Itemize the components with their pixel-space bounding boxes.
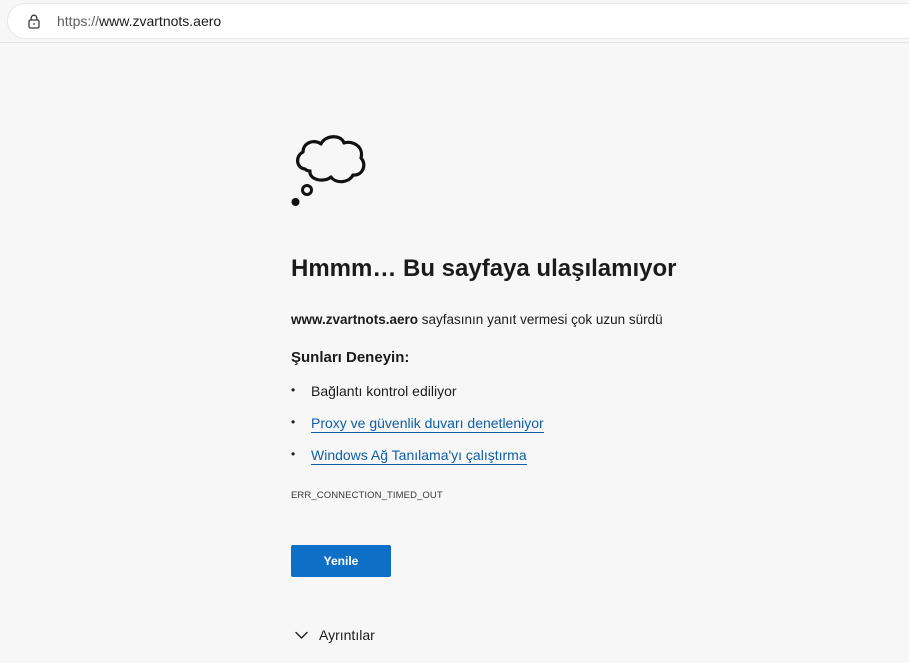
bullet: • xyxy=(291,415,296,429)
details-label: Ayrıntılar xyxy=(319,627,375,643)
url-host: www.zvartnots.aero xyxy=(99,13,222,29)
thought-cloud-icon xyxy=(291,135,366,206)
url-scheme: https:// xyxy=(57,13,100,29)
suggestion-label: Bağlantı kontrol ediliyor xyxy=(311,383,457,399)
bullet: • xyxy=(291,447,296,461)
page-title: Hmmm… Bu sayfaya ulaşılamıyor xyxy=(291,255,677,282)
refresh-button[interactable]: Yenile xyxy=(291,545,391,577)
url-text[interactable]: https://www.zvartnots.aero xyxy=(57,13,221,29)
address-bar[interactable]: https://www.zvartnots.aero xyxy=(8,4,909,38)
error-code: ERR_CONNECTION_TIMED_OUT xyxy=(291,490,443,501)
error-description-text: sayfasının yanıt vermesi çok uzun sürdü xyxy=(418,312,663,327)
chevron-down-icon xyxy=(295,631,308,639)
error-description: www.zvartnots.aero sayfasının yanıt verm… xyxy=(291,312,663,327)
lock-icon[interactable] xyxy=(26,13,42,29)
browser-toolbar: https://www.zvartnots.aero xyxy=(0,0,909,43)
suggestions-heading: Şunları Deneyin: xyxy=(291,349,410,366)
error-host: www.zvartnots.aero xyxy=(291,312,419,327)
proxy-firewall-link[interactable]: Proxy ve güvenlik duvarı denetleniyor xyxy=(311,415,544,433)
bullet: • xyxy=(291,383,296,397)
network-diagnostics-link[interactable]: Windows Ağ Tanılama'yı çalıştırma xyxy=(311,447,527,465)
